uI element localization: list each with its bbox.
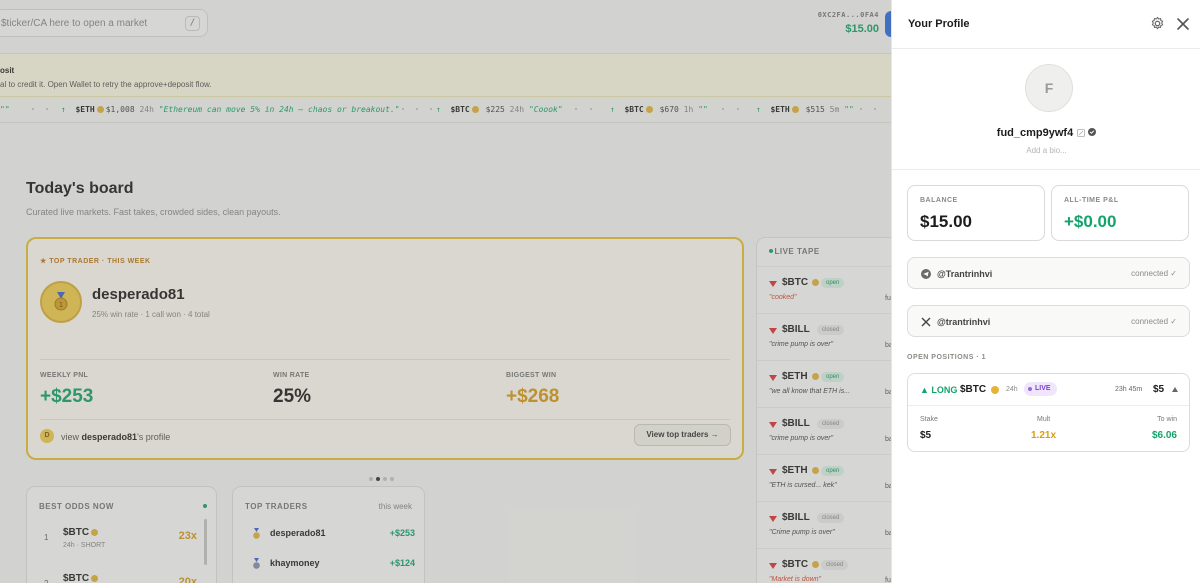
profile-username: fud_cmp9ywf4 (996, 127, 1074, 139)
x-connection[interactable]: @trantrinhvi connected ✓ (907, 305, 1190, 337)
balance-card: BALANCE $15.00 (907, 185, 1045, 241)
live-badge: LIVE (1024, 382, 1057, 396)
verified-icon (1088, 128, 1097, 136)
position-amount: $5 (1153, 384, 1165, 395)
position-symbol: $BTC (960, 384, 987, 395)
profile-panel: Your Profile F fud_cmp9ywf4 Add a bio...… (891, 0, 1200, 583)
edit-icon[interactable] (1077, 129, 1086, 137)
modal-overlay[interactable] (0, 0, 891, 583)
chevron-up-icon[interactable] (1172, 387, 1178, 392)
x-handle: @trantrinhvi (937, 317, 991, 327)
username-row: fud_cmp9ywf4 (892, 123, 1200, 141)
profile-title: Your Profile (908, 18, 970, 30)
gear-icon[interactable] (1150, 16, 1165, 31)
position-time-left: 23h 45m (1115, 386, 1143, 393)
telegram-icon (921, 269, 931, 279)
x-status: connected ✓ (1131, 317, 1177, 326)
stake-label: Stake (920, 416, 938, 423)
pnl-label: ALL-TIME P&L (1064, 197, 1119, 204)
open-positions-heading: OPEN POSITIONS · 1 (907, 354, 987, 361)
coin-icon (991, 386, 999, 394)
balance-value: $15.00 (920, 212, 972, 231)
position-header[interactable]: ▲ LONG $BTC 24h LIVE 23h 45m $5 (908, 374, 1189, 406)
main-page: $ticker/CA here to open a market / 0XC2F… (0, 0, 891, 583)
telegram-handle: @Trantrinhvi (937, 269, 993, 279)
x-logo-icon (921, 317, 931, 327)
pnl-value: +$0.00 (1064, 212, 1117, 231)
close-icon[interactable] (1176, 17, 1190, 31)
towin-label: To win (1157, 416, 1177, 423)
balance-label: BALANCE (920, 197, 958, 204)
position-duration: 24h (1006, 386, 1018, 393)
stake-value: $5 (920, 430, 932, 441)
telegram-status: connected ✓ (1131, 269, 1177, 278)
pnl-card: ALL-TIME P&L +$0.00 (1051, 185, 1189, 241)
towin-value: $6.06 (1151, 430, 1177, 441)
mult-value: 1.21x (1031, 430, 1057, 441)
position-card[interactable]: ▲ LONG $BTC 24h LIVE 23h 45m $5 Stake $5… (907, 373, 1190, 452)
position-direction: ▲ LONG (920, 385, 958, 395)
telegram-connection[interactable]: @Trantrinhvi connected ✓ (907, 257, 1190, 289)
divider (892, 169, 1200, 170)
profile-avatar[interactable]: F (1025, 64, 1073, 112)
bio-input[interactable]: Add a bio... (892, 146, 1200, 155)
mult-label: Mult (1037, 416, 1051, 423)
profile-header: Your Profile (892, 0, 1200, 49)
